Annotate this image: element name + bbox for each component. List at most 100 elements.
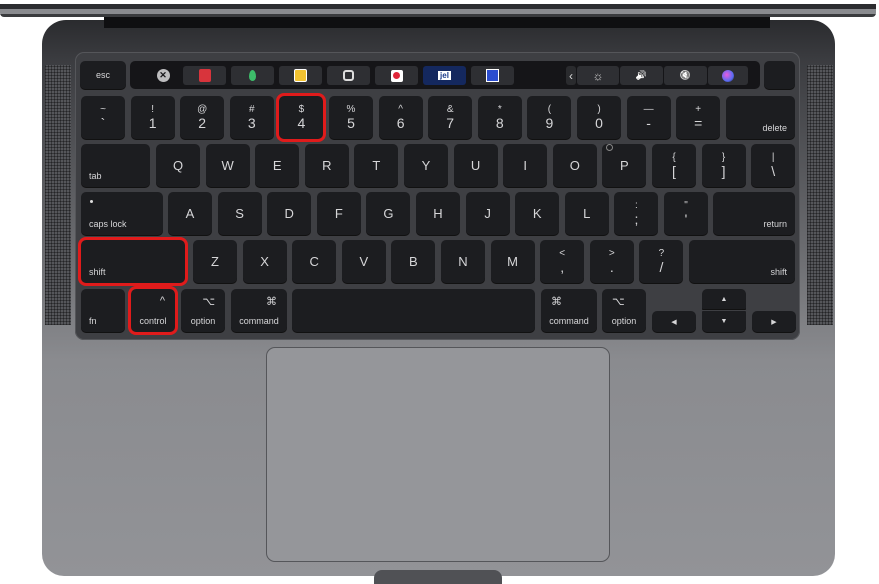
key-label: return: [763, 219, 787, 229]
key-x[interactable]: X: [242, 240, 287, 283]
key-3[interactable]: #3: [229, 96, 274, 139]
touchbar-brightness-button[interactable]: ☼: [577, 66, 619, 85]
key-option-left[interactable]: ⌥ option: [181, 289, 225, 332]
key-c[interactable]: C: [292, 240, 337, 283]
key-close-bracket[interactable]: }]: [701, 144, 746, 187]
key-9[interactable]: (9: [527, 96, 572, 139]
key-fn[interactable]: fn: [81, 289, 125, 332]
key-h[interactable]: H: [416, 192, 460, 235]
key-label: ;: [634, 211, 639, 227]
key-shift-symbol: ): [597, 104, 601, 115]
key-u[interactable]: U: [453, 144, 498, 187]
key-z[interactable]: Z: [193, 240, 237, 283]
touchbar-mute-button[interactable]: 🔇: [664, 66, 707, 85]
key-shift-symbol: *: [497, 104, 502, 115]
key-q[interactable]: Q: [156, 144, 200, 187]
touchbar-siri-button[interactable]: [708, 66, 748, 85]
app-badge-icon: [343, 70, 354, 81]
key-=[interactable]: + =: [676, 96, 721, 139]
key-arrow-left[interactable]: ◀: [652, 311, 696, 332]
key-arrow-down[interactable]: ▼: [702, 311, 746, 332]
key-n[interactable]: N: [441, 240, 485, 283]
key-t[interactable]: T: [354, 144, 399, 187]
key-shift-symbol: !: [151, 104, 154, 115]
touchbar-app-1[interactable]: [183, 66, 226, 85]
key-command-right[interactable]: ⌘ command: [541, 289, 597, 332]
touch-id-button[interactable]: [764, 61, 795, 89]
key-l[interactable]: L: [564, 192, 609, 235]
key-8[interactable]: * 8: [477, 96, 522, 139]
key-g[interactable]: G: [366, 192, 411, 235]
key-r[interactable]: R: [304, 144, 349, 187]
key-label: P: [620, 158, 629, 173]
key-0[interactable]: ) 0: [577, 96, 621, 139]
key-7[interactable]: & 7: [428, 96, 473, 139]
touchbar-jel-app[interactable]: jel: [423, 66, 466, 85]
key-space[interactable]: [292, 289, 535, 332]
key-tab[interactable]: tab: [81, 144, 150, 187]
touchbar-close-button[interactable]: ✕: [150, 66, 176, 85]
key-d[interactable]: D: [267, 192, 312, 235]
key-semicolon[interactable]: :;: [614, 192, 659, 235]
key-shift-right[interactable]: shift: [689, 240, 795, 283]
key-label: Y: [421, 158, 431, 173]
key-open-bracket[interactable]: {[: [652, 144, 696, 187]
key-label: M: [507, 254, 519, 269]
key-label: 9: [545, 115, 554, 131]
key-y[interactable]: Y: [404, 144, 448, 187]
volume-icon: 🔊: [635, 70, 648, 80]
key-e[interactable]: E: [255, 144, 300, 187]
key-v[interactable]: V: [341, 240, 386, 283]
key--[interactable]: — -: [626, 96, 671, 139]
key-o[interactable]: O: [552, 144, 597, 187]
touchbar-app-3[interactable]: [279, 66, 322, 85]
key-m[interactable]: M: [490, 240, 535, 283]
key-period[interactable]: >.: [589, 240, 634, 283]
key-4[interactable]: $4: [276, 93, 327, 142]
key-quote[interactable]: " ': [664, 192, 708, 235]
key-label: 4: [297, 115, 306, 131]
key-esc[interactable]: esc: [80, 61, 126, 89]
key-control[interactable]: ^ control: [128, 286, 178, 335]
close-circle-icon: ✕: [156, 69, 170, 82]
key-2[interactable]: @2: [180, 96, 225, 139]
key-5[interactable]: % 5: [329, 96, 373, 139]
key-arrow-right[interactable]: ▶: [752, 311, 796, 332]
key-backtick[interactable]: ~ `: [81, 96, 125, 139]
key-a[interactable]: A: [168, 192, 212, 235]
key-1[interactable]: ! 1: [130, 96, 175, 139]
key-label: \: [771, 163, 776, 179]
key-arrow-up[interactable]: ▲: [702, 289, 746, 309]
key-i[interactable]: I: [503, 144, 548, 187]
touchbar-volume-button[interactable]: 🔊: [620, 66, 663, 85]
key-label: T: [372, 158, 381, 173]
key-label: X: [260, 254, 269, 269]
key-comma[interactable]: <,: [540, 240, 585, 283]
key-label: H: [433, 206, 443, 221]
key-f[interactable]: F: [316, 192, 361, 235]
key-command-left[interactable]: ⌘ command: [231, 289, 287, 332]
key-k[interactable]: K: [515, 192, 560, 235]
touchbar-app-5[interactable]: [375, 66, 418, 85]
key-return[interactable]: return: [713, 192, 795, 235]
key-backslash[interactable]: | \: [751, 144, 796, 187]
key-label: command: [239, 316, 279, 326]
key-w[interactable]: W: [205, 144, 250, 187]
app-yellow-tile-icon: [294, 69, 307, 82]
key-b[interactable]: B: [391, 240, 436, 283]
touchbar-app-2[interactable]: [231, 66, 274, 85]
key-slash[interactable]: ? /: [639, 240, 684, 283]
touchbar-collapse-button[interactable]: ‹: [566, 66, 576, 85]
trackpad[interactable]: [266, 347, 610, 562]
key-label: O: [569, 158, 580, 173]
key-caps-lock[interactable]: caps lock: [81, 192, 163, 235]
touchbar-app-7[interactable]: [471, 66, 514, 85]
touchbar-app-4[interactable]: [327, 66, 370, 85]
key-s[interactable]: S: [217, 192, 262, 235]
key-j[interactable]: J: [465, 192, 510, 235]
key-label: delete: [762, 123, 787, 133]
key-shift-left[interactable]: shift: [78, 237, 188, 286]
key-6[interactable]: ^ 6: [378, 96, 423, 139]
key-option-right[interactable]: ⌥ option: [602, 289, 646, 332]
key-delete[interactable]: delete: [726, 96, 795, 139]
